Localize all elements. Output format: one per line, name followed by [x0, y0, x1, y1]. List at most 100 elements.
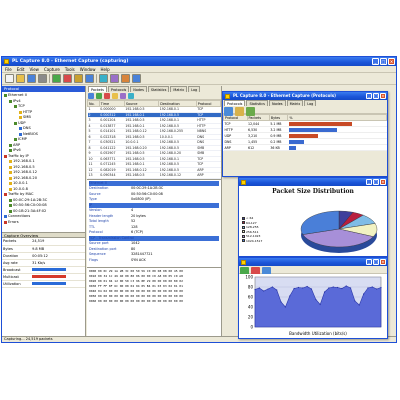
- packet-row[interactable]: 13 0.090344 192.168.0.5 192.168.0.12 ARP: [87, 172, 221, 179]
- tree-node-icon: [4, 220, 7, 224]
- utilization-minimize-button[interactable]: _: [366, 259, 372, 265]
- distribution-maximize-button[interactable]: □: [373, 179, 379, 185]
- overview-value: 24,519: [31, 238, 85, 246]
- export-icon[interactable]: [235, 107, 244, 116]
- tab-statistics[interactable]: Statistics: [147, 86, 170, 92]
- maximize-button[interactable]: □: [380, 58, 387, 65]
- packet-list[interactable]: No. Time Source Destination Protocol 1 0.00000…: [87, 100, 221, 179]
- tree-node-icon: [9, 160, 12, 164]
- utilization-window[interactable]: _ □ × 100 80 60 40 20 0 Bandwidth Utilization …: [238, 257, 388, 339]
- utilization-point: [310, 288, 313, 290]
- refresh-icon[interactable]: [224, 107, 233, 116]
- save-icon[interactable]: [27, 74, 36, 83]
- utilization-point: [280, 301, 282, 303]
- protocols-window[interactable]: PL Capture 8.0 - Ethernet Capture (Proto…: [222, 91, 388, 177]
- tab-matrix[interactable]: Matrix: [170, 86, 188, 92]
- protocols-row[interactable]: ARP 612 36 KB: [223, 144, 387, 151]
- protocols-tab-nodes[interactable]: Nodes: [268, 100, 286, 106]
- app-icon: [4, 59, 9, 64]
- menu-file[interactable]: File: [5, 66, 12, 72]
- protocols-close-button[interactable]: ×: [380, 93, 386, 99]
- chart-view-icon[interactable]: [246, 107, 255, 116]
- packet-detail[interactable]: Ethernet II Destination 00:0C:29:1A:2B:3C S…: [87, 178, 221, 267]
- protocols-tab-statistics[interactable]: Statistics: [246, 100, 268, 106]
- filter-icon[interactable]: [120, 93, 126, 99]
- legend-label: 256-511: [246, 229, 259, 234]
- start-capture-icon[interactable]: [52, 74, 61, 83]
- utilization-title-bar[interactable]: _ □ ×: [239, 258, 387, 266]
- overview-label: Packets: [2, 238, 32, 246]
- main-title-bar[interactable]: PL Capture 8.0 - Ethernet Capture (captu…: [2, 57, 396, 66]
- protocols-minimize-button[interactable]: _: [366, 93, 372, 99]
- y-tick-label: 0: [250, 325, 253, 330]
- protocol-bar: [288, 145, 296, 150]
- legend-swatch: [242, 225, 245, 229]
- forward-icon[interactable]: [96, 93, 102, 99]
- tree-node-icon: [9, 209, 12, 213]
- utilization-maximize-button[interactable]: □: [373, 259, 379, 265]
- distribution-minimize-button[interactable]: _: [366, 179, 372, 185]
- protocols-toolbar: [223, 106, 387, 116]
- close-button[interactable]: ×: [388, 58, 395, 65]
- stop-capture-icon[interactable]: [63, 74, 72, 83]
- delete-icon[interactable]: [104, 93, 110, 99]
- back-icon[interactable]: [88, 93, 94, 99]
- protocols-maximize-button[interactable]: □: [373, 93, 379, 99]
- protocols-title-bar[interactable]: PL Capture 8.0 - Ethernet Capture (Proto…: [223, 92, 387, 100]
- overview-value-text: 24,519: [32, 239, 45, 244]
- open-icon[interactable]: [16, 74, 25, 83]
- distribution-close-button[interactable]: ×: [380, 179, 386, 185]
- distribution-window[interactable]: _ □ × Packet Size Distribution < 64 64-12…: [238, 177, 388, 257]
- new-icon[interactable]: [5, 74, 14, 83]
- menu-capture[interactable]: Capture: [44, 66, 60, 72]
- tab-protocols[interactable]: Protocols: [107, 86, 130, 92]
- tree-node-icon: [14, 105, 17, 109]
- legend-swatch: [242, 239, 245, 243]
- protocol-bar: [288, 139, 305, 144]
- minimize-button[interactable]: _: [372, 58, 379, 65]
- find-icon[interactable]: [85, 74, 94, 83]
- tree-node-icon: [14, 121, 17, 125]
- chart-icon[interactable]: [121, 74, 130, 83]
- protocols-table[interactable]: Protocol Packets Bytes% TCP 12,044 5.1 MB HTTP…: [223, 114, 387, 151]
- protocols-app-icon: [225, 94, 230, 99]
- protocols-tab-protocols[interactable]: Protocols: [224, 100, 246, 106]
- y-tick-label: 40: [248, 305, 254, 310]
- settings-icon[interactable]: [110, 74, 119, 83]
- legend-swatch: [242, 221, 245, 225]
- utilization-close-button[interactable]: ×: [380, 259, 386, 265]
- decode-icon[interactable]: [128, 93, 134, 99]
- legend-label: 512-1023: [246, 234, 261, 239]
- tab-packets[interactable]: Packets: [88, 86, 107, 92]
- distribution-title-bar[interactable]: _ □ ×: [239, 178, 387, 186]
- utilization-point: [254, 288, 256, 291]
- print-icon[interactable]: [38, 74, 47, 83]
- overview-value: 31 Kb/s: [31, 259, 85, 267]
- protocols-tab-log[interactable]: Log: [304, 100, 317, 106]
- hex-view[interactable]: 0000 00 0C 29 1A 2B 3C 00 50 56 C0 00 08…: [87, 266, 221, 307]
- tab-nodes[interactable]: Nodes: [130, 86, 147, 92]
- menu-view[interactable]: View: [29, 66, 39, 72]
- tree-item[interactable]: Errors: [4, 220, 85, 226]
- menu-bar: File Edit View Capture Tools Window Help: [2, 66, 396, 73]
- menu-window[interactable]: Window: [80, 66, 96, 72]
- utilization-point: [363, 293, 365, 295]
- menu-help[interactable]: Help: [101, 66, 110, 72]
- menu-edit[interactable]: Edit: [17, 66, 25, 72]
- filter-icon[interactable]: [74, 74, 83, 83]
- menu-tools[interactable]: Tools: [65, 66, 75, 72]
- overview-value: 00:05:12: [31, 252, 85, 260]
- overview-label: Duration: [2, 252, 32, 260]
- help-icon[interactable]: [132, 74, 141, 83]
- utilization-point: [376, 288, 378, 290]
- protocol-bar: [288, 133, 319, 138]
- tab-log[interactable]: Log: [188, 86, 201, 92]
- mark-icon[interactable]: [112, 93, 118, 99]
- protocol-tree[interactable]: Ethernet II IPv4 TCP HTTP SMB UDP DNS NetBIOS IC…: [2, 92, 85, 232]
- overview-value: [31, 280, 85, 288]
- utilization-chart-area: 100 80 60 40 20 0 Bandwidth Utilization (bits/…: [239, 274, 387, 338]
- detail-field[interactable]: Flags SYN ACK: [89, 258, 219, 264]
- protocols-tab-matrix[interactable]: Matrix: [286, 100, 304, 106]
- go-icon[interactable]: [99, 74, 108, 83]
- tree-node-icon: [9, 143, 12, 147]
